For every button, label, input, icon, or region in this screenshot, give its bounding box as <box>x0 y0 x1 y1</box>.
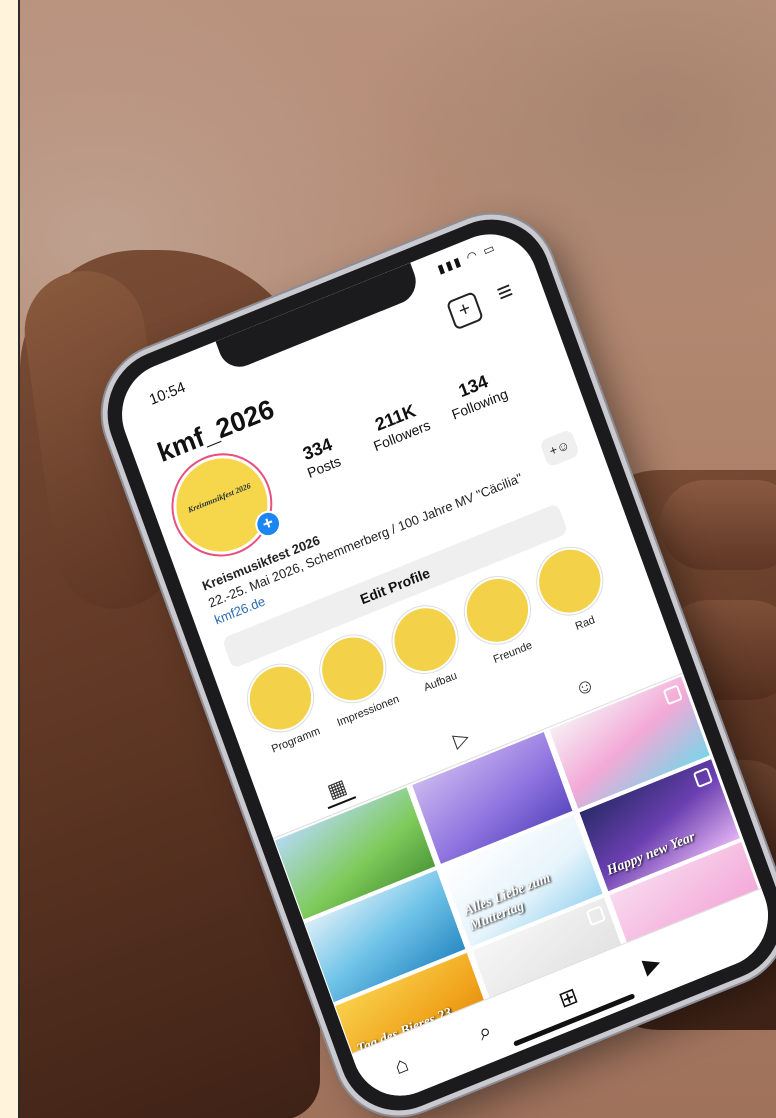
avatar-logo-text: Kreismusikfest 2026 <box>186 481 252 515</box>
background-photo: 10:54 ▮▮▮ ◠ ▭ kmf_2026 + ≡ Kreismusikfes… <box>20 0 776 1118</box>
hamburger-menu-icon[interactable]: ≡ <box>489 274 522 309</box>
page-margin <box>0 0 20 1118</box>
right-finger <box>660 480 776 570</box>
highlight-cover <box>241 657 320 739</box>
highlight-cover <box>385 598 465 681</box>
home-icon[interactable]: ⌂ <box>382 1046 420 1085</box>
reels-icon[interactable]: ▷ <box>443 721 480 757</box>
highlight-cover <box>313 628 393 710</box>
search-icon[interactable]: ⌕ <box>466 1012 504 1051</box>
add-story-icon[interactable]: + <box>251 506 285 542</box>
grid-icon[interactable]: ▦ <box>318 771 357 810</box>
carousel-icon <box>585 905 607 927</box>
stat-following[interactable]: 134 Following <box>428 360 524 429</box>
new-post-icon[interactable]: + <box>445 291 484 331</box>
highlight-cover <box>530 540 610 622</box>
status-time: 10:54 <box>147 378 188 409</box>
carousel-icon <box>662 684 684 706</box>
reels-nav-icon[interactable]: ▶ <box>633 945 671 984</box>
tagged-icon[interactable]: ☺ <box>567 671 604 707</box>
carousel-icon <box>692 766 714 789</box>
add-post-icon[interactable]: ⊞ <box>549 978 587 1017</box>
signal-wifi-battery-icon: ▮▮▮ ◠ ▭ <box>435 239 499 277</box>
highlight-cover <box>458 569 537 652</box>
